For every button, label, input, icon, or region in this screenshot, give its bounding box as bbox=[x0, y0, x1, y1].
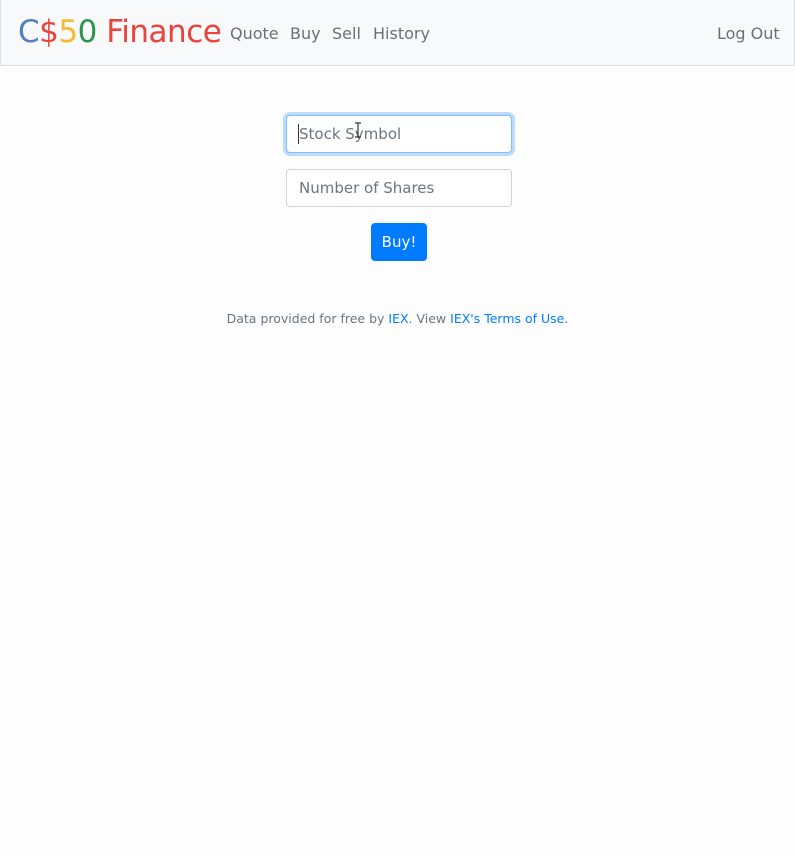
footer: Data provided for free by IEX. View IEX'… bbox=[0, 309, 795, 329]
brand-word-finance: Finance bbox=[96, 14, 222, 50]
buy-button[interactable]: Buy! bbox=[371, 223, 427, 261]
nav-link-history[interactable]: History bbox=[373, 22, 430, 46]
footer-text-before: Data provided for free by bbox=[226, 311, 389, 326]
brand-logo-link[interactable]: C$50 Finance bbox=[18, 12, 222, 52]
brand-letter-0: 0 bbox=[77, 14, 98, 50]
nav-link-quote[interactable]: Quote bbox=[230, 22, 279, 46]
nav-link-sell[interactable]: Sell bbox=[332, 22, 361, 46]
iex-link[interactable]: IEX bbox=[388, 311, 408, 326]
text-caret bbox=[298, 124, 299, 144]
stock-symbol-input[interactable] bbox=[286, 115, 512, 153]
nav-link-logout[interactable]: Log Out bbox=[717, 22, 780, 46]
nav-link-buy[interactable]: Buy bbox=[290, 22, 321, 46]
brand-letter-5: 5 bbox=[58, 14, 78, 50]
brand-letter-dollar: $ bbox=[39, 14, 59, 50]
iex-terms-link[interactable]: IEX's Terms of Use bbox=[450, 311, 564, 326]
navbar: C$50 Finance Quote Buy Sell History Log … bbox=[0, 0, 795, 66]
number-of-shares-input[interactable] bbox=[286, 169, 512, 207]
brand-letter-c: C bbox=[18, 14, 40, 50]
footer-text-after: . bbox=[564, 311, 569, 326]
footer-text-middle: . View bbox=[408, 311, 451, 326]
